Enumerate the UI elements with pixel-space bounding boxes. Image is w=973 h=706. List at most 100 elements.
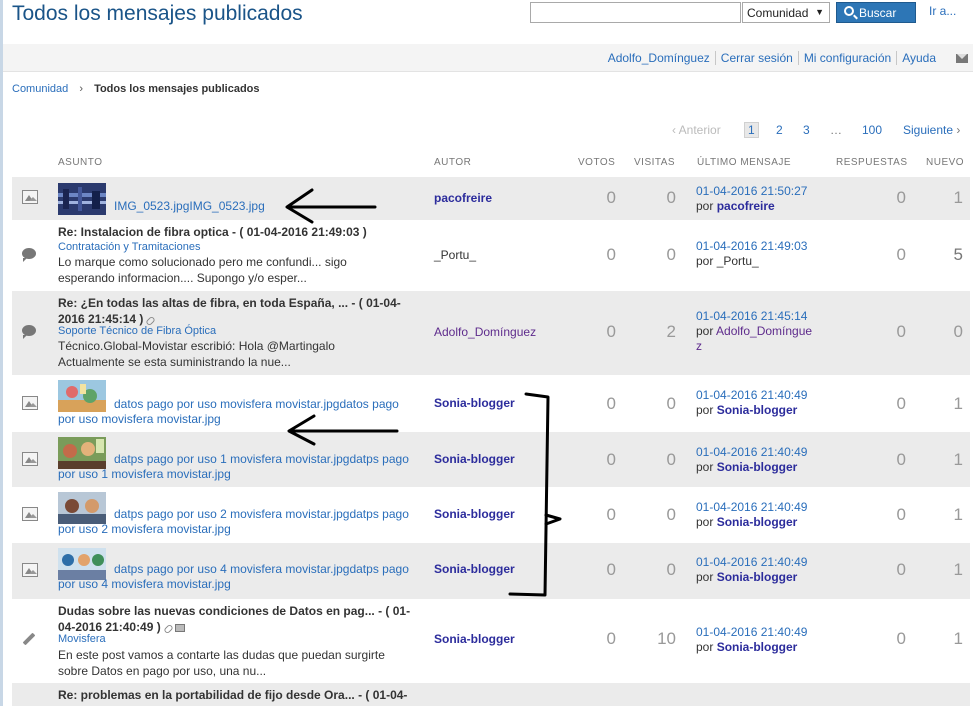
message-snippet: Técnico.Global-Movistar escribió: Hola @… <box>58 339 335 369</box>
last-message-user[interactable]: Sonia-blogger <box>717 640 798 654</box>
last-message-user[interactable]: Sonia-blogger <box>717 570 798 584</box>
table-row: Re: problemas en la portabilidad de fijo… <box>12 683 970 706</box>
mail-icon[interactable] <box>956 54 968 63</box>
logout-link[interactable]: Cerrar sesión <box>714 51 798 65</box>
last-message: 01-04-2016 21:50:27 por pacofreire <box>696 184 807 214</box>
topic-title-link[interactable]: Re: Instalacion de fibra optica - ( 01-0… <box>58 224 367 240</box>
last-message-user[interactable]: Adolfo_Domíngue <box>716 324 812 338</box>
last-message-date[interactable]: 01-04-2016 21:40:49 <box>696 500 807 515</box>
last-message-by: por <box>696 570 714 584</box>
board-link[interactable]: Soporte Técnico de Fibra Óptica <box>58 325 216 337</box>
board-link[interactable]: Movisfera <box>58 633 106 645</box>
last-message: 01-04-2016 21:40:49 por Sonia-blogger <box>696 500 807 530</box>
column-header-views[interactable]: VISITAS <box>634 157 675 168</box>
author-link[interactable]: Sonia-blogger <box>434 507 515 521</box>
topic-title-link[interactable]: Dudas sobre las nuevas condiciones de Da… <box>58 603 410 636</box>
last-message-user[interactable]: Sonia-blogger <box>717 460 798 474</box>
image-icon <box>22 190 38 204</box>
author-link[interactable]: Sonia-blogger <box>434 562 515 576</box>
column-header-new[interactable]: NUEVO <box>926 157 964 168</box>
replies-count: 0 <box>896 322 906 341</box>
user-bar: Adolfo_Domínguez Cerrar sesión Mi configur… <box>3 44 973 72</box>
search-input[interactable] <box>530 2 741 23</box>
table-row: Re: ¿En todas las altas de fibra, en tod… <box>12 291 970 375</box>
votes-count: 0 <box>606 322 616 341</box>
column-header-replies[interactable]: RESPUESTAS <box>836 157 908 168</box>
last-message-date[interactable]: 01-04-2016 21:40:49 <box>696 445 807 460</box>
search-button-label: Buscar <box>859 6 897 20</box>
views-count: 0 <box>666 188 676 207</box>
breadcrumb-chevron-icon: › <box>79 83 83 95</box>
pagination-page-3[interactable]: 3 <box>803 123 810 137</box>
search-button[interactable]: Buscar <box>836 2 916 23</box>
last-message-date[interactable]: 01-04-2016 21:40:49 <box>696 555 807 570</box>
last-message-date[interactable]: 01-04-2016 21:40:49 <box>696 388 807 403</box>
last-message: 01-04-2016 21:49:03 por _Portu_ <box>696 239 807 269</box>
scope-select[interactable]: Comunidad ▼ <box>742 2 830 23</box>
author-link[interactable]: Sonia-blogger <box>434 632 515 646</box>
last-message: 01-04-2016 21:45:14 por Adolfo_Domíngue … <box>696 309 812 354</box>
column-header-author[interactable]: AUTOR <box>434 157 471 168</box>
user-profile-link[interactable]: Adolfo_Domínguez <box>603 51 715 65</box>
page-title: Todos los mensajes publicados <box>12 2 303 25</box>
table-row: datps pago por uso 1 movisfera movistar.… <box>12 432 970 487</box>
image-thumbnail[interactable] <box>58 183 106 215</box>
votes-count: 0 <box>606 245 616 264</box>
votes-count: 0 <box>606 394 616 413</box>
pagination-next[interactable]: Siguiente › <box>903 123 960 137</box>
image-icon <box>22 507 38 521</box>
replies-count: 0 <box>896 560 906 579</box>
author-link[interactable]: _Portu_ <box>434 248 476 262</box>
last-message-date[interactable]: 01-04-2016 21:50:27 <box>696 184 807 199</box>
pagination-page-2[interactable]: 2 <box>776 123 783 137</box>
board-link[interactable]: Contratación y Tramitaciones <box>58 241 200 253</box>
subject-link[interactable]: datps pago por uso 2 movisfera movistar.… <box>58 507 418 537</box>
last-message-user[interactable]: Sonia-blogger <box>717 403 798 417</box>
last-message-by: por <box>696 515 714 529</box>
replies-count: 0 <box>896 188 906 207</box>
table-row: datos pago por uso movisfera movistar.jp… <box>12 376 970 431</box>
last-message-user-wrap[interactable]: z <box>696 339 812 354</box>
last-message-date[interactable]: 01-04-2016 21:40:49 <box>696 625 807 640</box>
last-message-date[interactable]: 01-04-2016 21:45:14 <box>696 309 812 324</box>
author-link[interactable]: pacofreire <box>434 191 492 205</box>
column-header-votes[interactable]: VOTOS <box>578 157 615 168</box>
author-link[interactable]: Adolfo_Domínguez <box>434 325 536 339</box>
settings-link[interactable]: Mi configuración <box>797 51 897 65</box>
image-icon <box>22 396 38 410</box>
topic-title-link[interactable]: Re: problemas en la portabilidad de fijo… <box>58 687 407 703</box>
column-header-subject[interactable]: ASUNTO <box>58 157 103 168</box>
votes-count: 0 <box>606 629 616 648</box>
author-link[interactable]: Sonia-blogger <box>434 396 515 410</box>
last-message-user[interactable]: pacofreire <box>717 199 775 213</box>
subject-link[interactable]: datps pago por uso 4 movisfera movistar.… <box>58 562 418 592</box>
subject-link[interactable]: datos pago por uso movisfera movistar.jp… <box>58 397 418 427</box>
help-link[interactable]: Ayuda <box>896 51 941 65</box>
last-message-user[interactable]: Sonia-blogger <box>717 515 798 529</box>
table-row: datps pago por uso 4 movisfera movistar.… <box>12 543 970 599</box>
last-message-by: por <box>696 640 714 654</box>
author-link[interactable]: Sonia-blogger <box>434 452 515 466</box>
subject-link[interactable]: IMG_0523.jpgIMG_0523.jpg <box>114 199 265 214</box>
votes-count: 0 <box>606 188 616 207</box>
views-count: 0 <box>666 394 676 413</box>
views-count: 0 <box>666 560 676 579</box>
replies-count: 0 <box>896 245 906 264</box>
subject-link[interactable]: datps pago por uso 1 movisfera movistar.… <box>58 452 418 482</box>
topic-title-link[interactable]: Re: ¿En todas las altas de fibra, en tod… <box>58 295 401 328</box>
image-attachment-icon <box>174 623 185 632</box>
breadcrumb-community-link[interactable]: Comunidad <box>12 83 68 95</box>
new-count: 1 <box>953 188 963 207</box>
speech-bubble-icon <box>22 325 36 339</box>
last-message-user[interactable]: _Portu_ <box>717 254 759 268</box>
last-message-date[interactable]: 01-04-2016 21:49:03 <box>696 239 807 254</box>
pagination-current-page: 1 <box>744 122 759 138</box>
views-count: 2 <box>666 322 676 341</box>
pagination-last-page[interactable]: 100 <box>862 123 882 137</box>
table-row: datps pago por uso 2 movisfera movistar.… <box>12 488 970 542</box>
replies-count: 0 <box>896 505 906 524</box>
views-count: 10 <box>657 629 676 648</box>
column-header-last-message[interactable]: ÚLTIMO MENSAJE <box>697 157 791 168</box>
last-message: 01-04-2016 21:40:49 por Sonia-blogger <box>696 445 807 475</box>
goto-link[interactable]: Ir a... <box>929 4 956 18</box>
